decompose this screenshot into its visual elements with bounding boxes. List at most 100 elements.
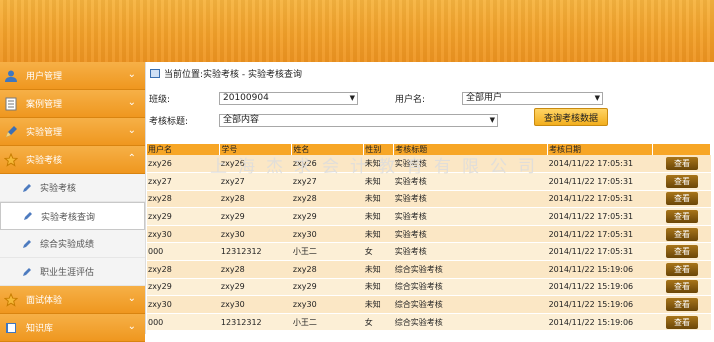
table-cell: zxy28 [147,260,220,279]
sidebar-subitem-assessment-query[interactable]: 实验考核查询 [0,202,145,230]
table-cell: 查看 [652,207,711,226]
table-cell: 实验考核 [393,172,548,191]
sidebar-item-user-management[interactable]: 用户管理 ⌄ [0,62,145,90]
chevron-up-icon[interactable]: ⌃ [128,153,136,164]
column-header: 姓名 [291,144,365,155]
view-button[interactable]: 查看 [665,174,698,188]
sidebar-item-label: 面试体验 [26,296,63,306]
star-icon [4,152,18,167]
book-icon [4,321,18,335]
main-content: 当前位置:实验考核 - 实验考核查询 班级: 20100904 ▼ 用户名: 全… [147,62,714,334]
table-row: zxy27 zxy27 zxy27 未知 实验考核 2014/11/22 17:05:31… [147,172,711,191]
table-cell: 2014/11/22 15:19:06 [547,295,653,314]
view-button[interactable]: 查看 [665,157,698,171]
table-cell: 未知 [363,155,394,174]
breadcrumb: 当前位置:实验考核 - 实验考核查询 [147,62,714,84]
sidebar-subitem-assessment[interactable]: 实验考核 [0,174,145,202]
table-row: zxy29 zxy29 zxy29 未知 实验考核 2014/11/22 17:05:31… [147,207,711,226]
title-select-value: 全部内容 [223,115,260,125]
table-cell: 查看 [652,225,711,244]
table-cell: zxy28 [291,260,364,279]
sidebar-item-experiment-management[interactable]: 实验管理 ⌄ [0,118,145,146]
query-button[interactable]: 查询考核数据 [534,108,608,126]
view-button[interactable]: 查看 [665,245,698,259]
class-label: 班级: [149,95,171,105]
table-cell: zxy26 [147,155,220,174]
table-cell: zxy29 [219,278,292,297]
table-cell: zxy30 [219,295,292,314]
view-button[interactable]: 查看 [665,192,698,206]
class-select[interactable]: 20100904 ▼ [219,92,358,105]
table-cell: 2014/11/22 15:19:06 [547,278,653,297]
sidebar-subitem-label: 职业生涯评估 [40,268,95,278]
view-button[interactable]: 查看 [665,210,698,224]
user-icon [4,69,18,83]
table-cell: 12312312 [219,242,292,262]
user-select-value: 全部用户 [466,93,503,103]
table-cell: 查看 [652,278,711,297]
sidebar-item-label: 实验考核 [26,156,63,166]
table-cell: zxy27 [219,172,292,191]
table-cell: 未知 [363,278,394,297]
table-cell: 12312312 [219,313,292,332]
table-cell: zxy29 [219,207,292,226]
table-cell: 未知 [363,260,394,279]
table-cell: 综合实验考核 [393,278,548,297]
table-row: zxy26 zxy26 zxy26 未知 实验考核 2014/11/22 17:05:31… [147,155,711,174]
sidebar-item-label: 案例管理 [26,100,63,110]
table-header-row: 用户名 学号 姓名 性别 考核标题 考核日期 [147,144,712,155]
table-cell: 查看 [652,172,711,191]
chevron-down-icon[interactable]: ⌄ [128,293,136,304]
sidebar-subitem-comprehensive-scores[interactable]: 综合实验成绩 [0,230,145,258]
table-cell: zxy29 [291,207,364,226]
user-select[interactable]: 全部用户 ▼ [462,92,603,105]
sidebar-item-interview-experience[interactable]: 面试体验 ⌄ [0,286,145,314]
table-cell: zxy28 [147,190,220,209]
table-cell: 2014/11/22 15:19:06 [547,260,653,279]
table-cell: 实验考核 [393,190,548,209]
table-cell: 2014/11/22 17:05:31 [547,225,653,244]
table-cell: 女 [363,242,394,262]
view-button[interactable]: 查看 [665,227,698,241]
monitor-icon [150,68,160,78]
pencil-icon [4,125,18,139]
column-header: 用户名 [147,144,221,155]
pencil-icon [23,211,33,221]
table-cell: zxy30 [291,225,364,244]
view-button[interactable]: 查看 [665,262,698,276]
table-cell: 综合实验考核 [393,260,548,279]
table-cell: 查看 [652,313,711,332]
sidebar-subitem-label: 实验考核 [40,184,77,194]
column-header: 学号 [219,144,293,155]
table-row: zxy28 zxy28 zxy28 未知 实验考核 2014/11/22 17:05:31… [147,190,711,209]
table-cell: 综合实验考核 [393,313,548,332]
chevron-down-icon[interactable]: ⌄ [128,97,136,108]
user-label: 用户名: [395,95,426,105]
table-row: 000 12312312 小王二女实验考核 2014/11/22 17:05:31 查看 [147,242,711,262]
view-button[interactable]: 查看 [665,315,698,329]
sidebar-item-case-management[interactable]: 案例管理 ⌄ [0,90,145,118]
chevron-down-icon[interactable]: ⌄ [128,321,136,332]
view-button[interactable]: 查看 [665,298,698,312]
table-cell: zxy27 [147,172,220,191]
chevron-down-icon[interactable]: ⌄ [128,125,136,136]
sidebar-item-label: 知识库 [26,324,54,334]
title-select[interactable]: 全部内容 ▼ [219,114,498,127]
sidebar-item-knowledge-base[interactable]: 知识库 ⌄ [0,314,145,342]
table-cell: zxy27 [291,172,364,191]
view-button[interactable]: 查看 [665,280,698,294]
table-cell: 2014/11/22 17:05:31 [547,242,653,262]
table-cell: zxy28 [219,190,292,209]
column-header: 性别 [363,144,395,155]
sidebar-subitem-career-evaluation[interactable]: 职业生涯评估 [0,258,145,286]
table-cell: 女 [363,313,394,332]
table-cell: zxy28 [219,260,292,279]
sidebar-item-experiment-assessment[interactable]: 实验考核 ⌃ [0,146,145,174]
chevron-down-icon[interactable]: ⌄ [128,69,136,80]
pencil-icon [22,267,32,277]
table-cell: 查看 [652,190,711,209]
header-banner [0,0,714,62]
table-row: zxy30 zxy30 zxy30 未知 实验考核 2014/11/22 17:05:31… [147,225,711,244]
table-cell: zxy30 [147,295,220,314]
table-cell: 未知 [363,190,394,209]
